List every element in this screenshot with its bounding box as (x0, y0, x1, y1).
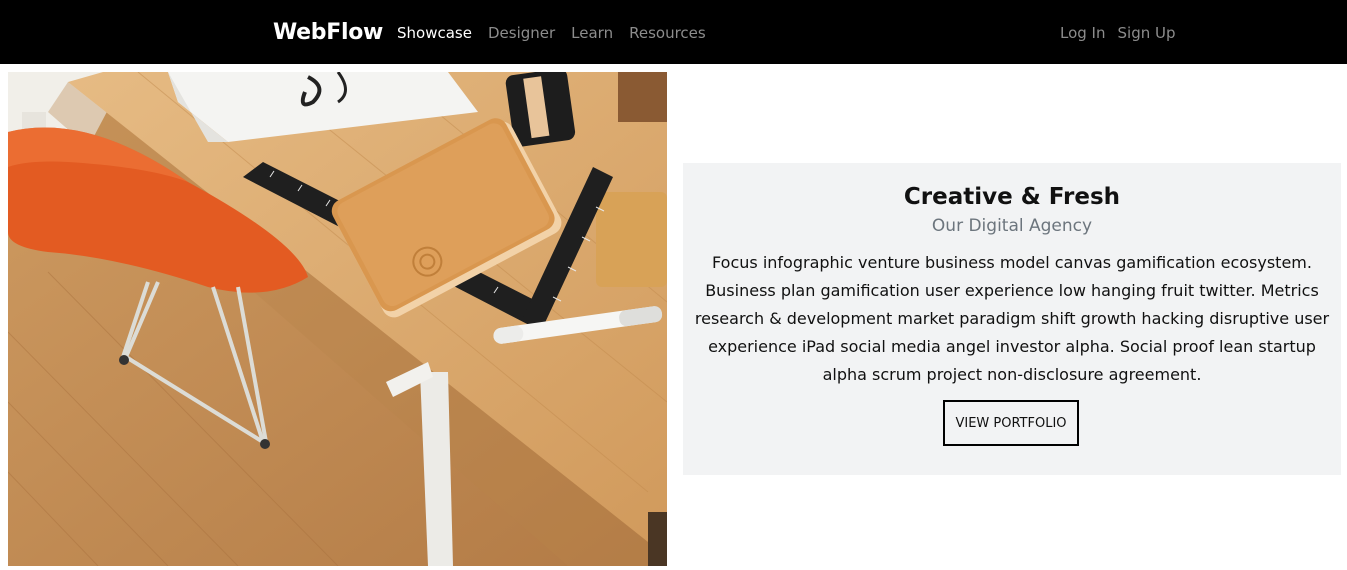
hero-image (8, 72, 667, 566)
nav-link-designer[interactable]: Designer (488, 24, 555, 43)
card-body-text: Focus infographic venture business model… (694, 253, 1330, 384)
nav-link-showcase[interactable]: Showcase (397, 24, 472, 43)
nav-links: Showcase Designer Learn Resources (397, 24, 706, 43)
brand-logo[interactable]: WebFlow (273, 19, 383, 47)
login-link[interactable]: Log In (1060, 24, 1106, 43)
view-portfolio-button[interactable]: VIEW PORTFOLIO (943, 400, 1079, 446)
nav-link-learn[interactable]: Learn (571, 24, 613, 43)
intro-card: Creative & Fresh Our Digital Agency Focu… (683, 163, 1341, 475)
card-title: Creative & Fresh (903, 184, 1121, 210)
card-subtitle: Our Digital Agency (931, 216, 1093, 236)
nav-auth-links: Log In Sign Up (1060, 24, 1176, 43)
nav-link-resources[interactable]: Resources (629, 24, 706, 43)
navbar: WebFlow Showcase Designer Learn Resource… (0, 0, 1347, 64)
signup-link[interactable]: Sign Up (1118, 24, 1176, 43)
